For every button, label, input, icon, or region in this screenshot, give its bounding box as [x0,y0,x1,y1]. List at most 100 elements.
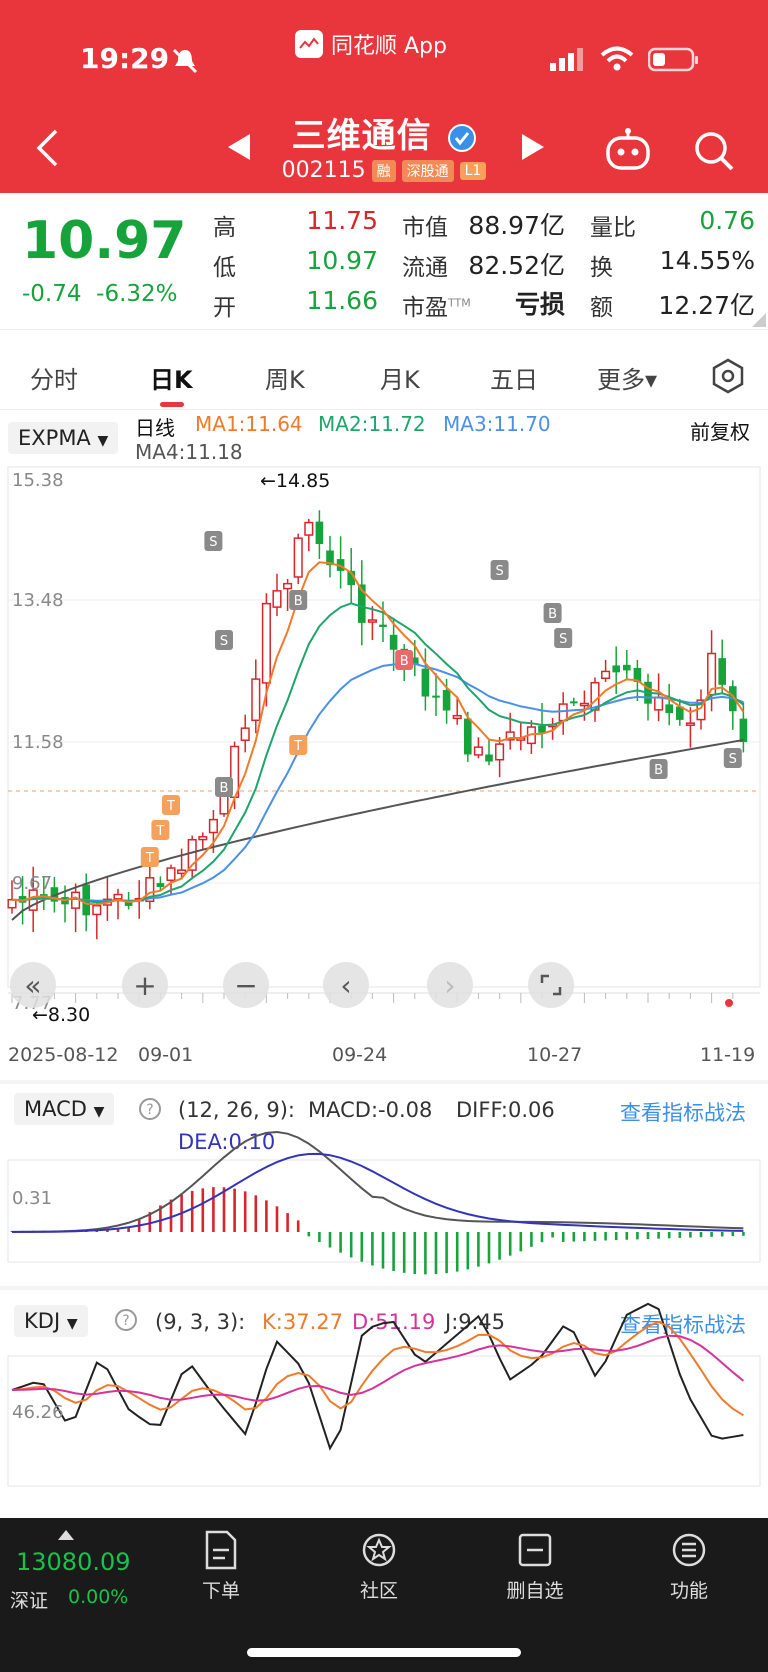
status-time: 19:29 [80,42,170,75]
remove-watchlist-icon [518,1533,552,1567]
tab-more[interactable]: 更多▾ [597,360,657,395]
macd-bar [636,1232,639,1240]
index-pct: 0.00% [68,1586,129,1608]
index-value[interactable]: 13080.09 [16,1548,131,1576]
candle-body [452,714,462,720]
ma1-value: MA1:11.64 [195,412,303,436]
candle-body [156,883,165,887]
home-indicator [247,1648,521,1657]
tab-five-day[interactable]: 五日 [490,360,538,395]
candle-body [570,701,578,704]
macd-bar [540,1232,544,1243]
macd-bar [646,1232,650,1240]
macd-bar [561,1232,565,1242]
next-stock-arrow-icon[interactable] [522,134,544,160]
line-type-label: 日线 [135,416,175,440]
candle-body [665,704,673,714]
expand-corner-icon[interactable] [752,313,766,327]
nav-remove-watchlist[interactable]: 删自选 [480,1530,590,1603]
macd-bar [222,1187,226,1232]
trade-marker-letter: B [548,607,557,622]
current-date-dot [725,999,733,1007]
stock-name: 三维通信 [0,108,768,157]
mcap-value: 88.97亿 [468,211,565,240]
tab-daily-k[interactable]: 日K [150,360,193,395]
high-mark-label: ←14.85 [260,470,331,492]
tab-intraday[interactable]: 分时 [30,360,78,395]
candle-body [718,658,726,685]
macd-bar [625,1232,629,1240]
kdj-y-tick: 46.26 [12,1402,64,1423]
nav-community[interactable]: 社区 [324,1530,434,1603]
macd-bar [614,1232,618,1241]
app-source-label: 同花顺 App [295,28,447,60]
scroll-right-button[interactable]: › [427,962,473,1008]
candles-group [7,510,748,940]
y-tick: 9.67 [12,873,53,894]
trade-marker-letter: B [400,654,409,669]
candle-body [208,818,218,834]
macd-bar [349,1232,353,1258]
price-change: -0.74 -6.32% [22,281,178,307]
candle-body [304,521,314,536]
collapse-left-button[interactable]: « [10,962,56,1008]
candle-body [92,904,102,916]
volume-ratio-value: 0.76 [699,206,755,235]
nav-functions[interactable]: 功能 [634,1530,744,1603]
robot-assistant-icon[interactable] [605,128,651,170]
candle-body [389,634,398,650]
trade-marker-letter: S [559,632,567,647]
candle-body [495,743,505,761]
expand-up-icon[interactable] [58,1530,74,1540]
candle-body [251,678,261,722]
trade-marker-letter: S [220,634,228,649]
kdj-chart [7,1302,761,1487]
scroll-left-button[interactable]: ‹ [323,962,369,1008]
zoom-out-button[interactable]: − [223,962,269,1008]
macd-bar [328,1232,332,1248]
kline-chart[interactable]: SSBBBSBSBSTTTT [0,465,768,1035]
zoom-in-button[interactable]: + [122,962,168,1008]
fullscreen-button[interactable] [528,962,574,1008]
candle-body [421,668,430,697]
candle-body [612,665,620,673]
adjust-mode-toggle[interactable]: 前复权 [690,416,750,445]
indicator-dropdown[interactable]: EXPMA ▼ [8,422,119,454]
macd-bar [254,1195,258,1232]
macd-bar [307,1232,311,1237]
k-line [11,1320,744,1417]
x-date: 09-24 [332,1044,388,1066]
macd-bar [371,1232,374,1266]
settings-hexagon-icon[interactable] [710,358,746,394]
macd-bar [466,1232,470,1270]
x-axis-ticks [11,993,734,1003]
macd-bar [667,1232,671,1239]
macd-bar [233,1188,236,1232]
macd-bars [10,1187,745,1275]
macd-bar [604,1232,607,1241]
nav-order[interactable]: 下单 [166,1530,276,1603]
active-tab-indicator [160,402,184,407]
kdj-frame [7,1355,761,1487]
low-value: 10.97 [306,246,378,275]
header-bar: 19:29 同花顺 App 三维通信 002115 融 深股通 L1 [0,0,768,193]
candle-body [166,867,176,882]
bottom-bar: 13080.09 深证 0.00% 下单 社区 删自选 功能 [0,1518,768,1672]
candle-body [293,537,303,578]
candle-body [685,722,695,726]
macd-bar [116,1229,120,1232]
ma1-line [11,561,745,906]
tab-monthly-k[interactable]: 月K [380,360,420,395]
candle-body [485,754,493,762]
macd-bar [699,1232,703,1238]
current-price: 10.97 [22,211,187,271]
macd-bar [413,1232,417,1274]
search-icon[interactable] [693,130,735,172]
macd-bar [392,1232,395,1272]
candle-body [442,690,451,711]
candle-body [177,869,187,875]
macd-bar [201,1188,205,1232]
candle-body [113,893,123,900]
high-value: 11.75 [306,206,378,235]
tab-weekly-k[interactable]: 周K [265,360,305,395]
